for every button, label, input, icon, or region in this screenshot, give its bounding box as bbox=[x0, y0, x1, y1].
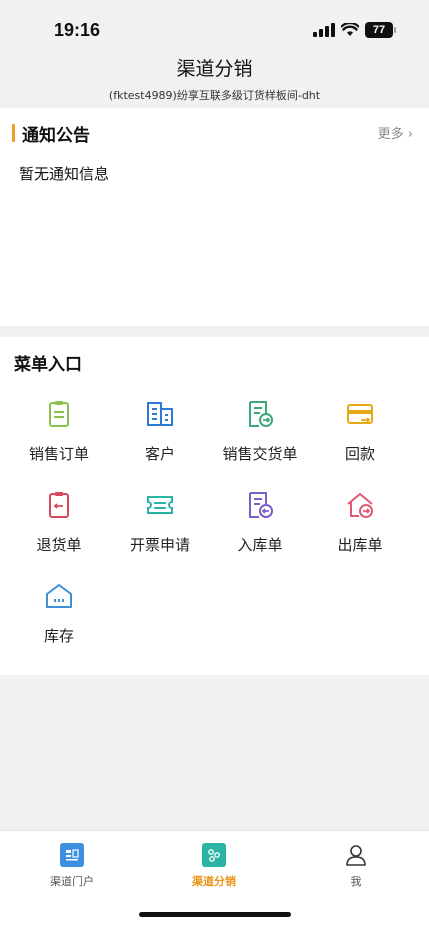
status-time: 19:16 bbox=[54, 20, 101, 40]
page-header: 渠道分销 (fktest4989)纷享互联多级订货样板间-dht bbox=[0, 52, 429, 108]
wifi-icon bbox=[341, 23, 359, 36]
menu-item-label: 入库单 bbox=[237, 536, 283, 554]
person-icon bbox=[344, 843, 368, 867]
menu-title: 菜单入口 bbox=[14, 355, 82, 375]
tab-me[interactable]: 我 bbox=[301, 843, 411, 889]
menu-item-label: 出库单 bbox=[337, 536, 383, 554]
home-indicator bbox=[139, 912, 291, 917]
menu-item-label: 库存 bbox=[43, 627, 74, 645]
menu-item-label: 销售交货单 bbox=[222, 445, 298, 463]
building-icon bbox=[147, 402, 173, 426]
menu-item-payment[interactable]: 回款 bbox=[310, 399, 410, 479]
battery-icon: 77 bbox=[365, 22, 396, 38]
ticket-icon bbox=[147, 496, 173, 514]
menu-item-outbound-order[interactable]: 出库单 bbox=[310, 490, 410, 570]
menu-item-label: 开票申请 bbox=[129, 536, 190, 554]
signal-icon bbox=[313, 23, 335, 37]
page-title: 渠道分销 bbox=[176, 58, 253, 80]
delivery-doc-icon bbox=[249, 401, 273, 427]
notice-accent-bar bbox=[12, 124, 15, 142]
menu-item-invoice-request[interactable]: 开票申请 bbox=[110, 490, 210, 570]
menu-item-label: 退货单 bbox=[36, 536, 82, 554]
menu-item-label: 回款 bbox=[344, 445, 375, 463]
page-subtitle: (fktest4989)纷享互联多级订货样板间-dht bbox=[108, 89, 321, 102]
status-icons: 77 bbox=[313, 22, 396, 38]
inbound-doc-icon bbox=[249, 492, 273, 518]
notice-title: 通知公告 bbox=[22, 126, 90, 146]
menu-item-return-order[interactable]: 退货单 bbox=[9, 490, 109, 570]
menu-item-inbound-order[interactable]: 入库单 bbox=[210, 490, 310, 570]
menu-item-sales-order[interactable]: 销售订单 bbox=[9, 399, 109, 479]
payment-card-icon bbox=[347, 404, 373, 424]
tab-label: 渠道门户 bbox=[50, 875, 94, 888]
menu-item-inventory[interactable]: 库存 bbox=[9, 581, 109, 661]
distribution-icon bbox=[202, 843, 226, 867]
tab-label: 渠道分销 bbox=[192, 875, 236, 888]
portal-icon bbox=[60, 843, 84, 867]
menu-item-label: 销售订单 bbox=[28, 445, 89, 463]
warehouse-icon bbox=[46, 584, 72, 608]
status-bar: 19:16 77 bbox=[0, 0, 429, 52]
outbound-house-icon bbox=[347, 493, 373, 518]
menu-item-sales-delivery[interactable]: 销售交货单 bbox=[210, 399, 310, 479]
tab-label: 我 bbox=[350, 875, 362, 888]
notice-card: 通知公告 更多 › 暂无通知信息 bbox=[0, 108, 429, 326]
menu-item-label: 客户 bbox=[144, 445, 175, 463]
notice-more-link[interactable]: 更多 › bbox=[378, 123, 413, 142]
menu-item-customer[interactable]: 客户 bbox=[110, 399, 210, 479]
menu-card: 菜单入口 销售订单 客户 销售交货单 回款 退货单 开票申请 入库单 出库单 库… bbox=[0, 337, 429, 675]
tab-channel-distribution[interactable]: 渠道分销 bbox=[159, 843, 269, 889]
battery-level: 77 bbox=[372, 24, 386, 36]
tab-channel-portal[interactable]: 渠道门户 bbox=[17, 843, 127, 889]
notice-empty-text: 暂无通知信息 bbox=[19, 165, 110, 183]
return-clipboard-icon bbox=[49, 492, 69, 518]
clipboard-icon bbox=[49, 401, 69, 427]
